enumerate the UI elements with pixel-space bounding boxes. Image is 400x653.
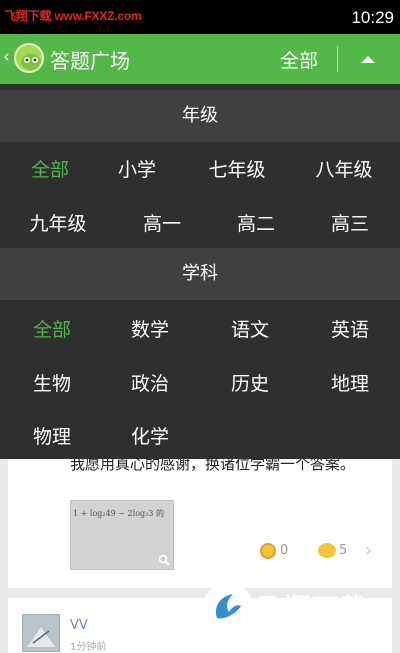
filter-dropdown-panel: 年级 全部 小学 七年级 八年级 九年级 高一 高二 高三 学科 全部 数学 语… [0,84,400,459]
subject-option-politics[interactable]: 政治 [100,369,200,396]
watermark-logo-icon [203,582,253,632]
grade-option-senior3[interactable]: 高三 [300,209,400,236]
username[interactable]: VV [70,618,88,633]
grade-option-grade9[interactable]: 九年级 [8,209,108,236]
watermark-title: 飞翔下载 [258,594,367,624]
subject-option-geography[interactable]: 地理 [300,369,400,396]
grade-option-senior1[interactable]: 高一 [112,209,212,236]
divider [337,46,338,72]
chevron-right-icon[interactable]: › [365,540,372,561]
avatar[interactable] [22,614,60,652]
watermark-text: 飞翔下载 www.FXXZ.com [4,9,142,23]
grade-section-title: 年级 [0,90,400,142]
watermark-url: WWW.FXXZ.COM [262,626,373,640]
page-title: 答题广场 [50,49,130,73]
back-chevron-icon[interactable]: ‹ [3,47,10,67]
filter-dropdown[interactable]: 全部 [280,46,318,73]
question-image[interactable]: 1 + log₂49 − 2log₂3 的 [70,500,174,570]
subject-option-chinese[interactable]: 语文 [200,315,300,342]
comment-icon[interactable] [318,543,336,558]
coin-count: 0 [280,543,289,558]
grade-option-grade7[interactable]: 七年级 [187,155,287,182]
subject-option-all[interactable]: 全部 [2,315,102,342]
status-clock: 10:29 [351,8,394,27]
subject-option-math[interactable]: 数学 [100,315,200,342]
question-card[interactable]: 我愿用真心的感谢，换诸位学霸一个答案。 1 + log₂49 − 2log₂3 … [8,444,392,588]
grade-option-grade8[interactable]: 八年级 [294,155,394,182]
subject-option-biology[interactable]: 生物 [2,369,102,396]
grade-option-primary[interactable]: 小学 [87,155,187,182]
comment-count: 5 [339,543,348,558]
app-bar: ‹ 答题广场 全部 [0,34,400,84]
grade-option-all[interactable]: 全部 [0,155,100,182]
subject-option-history[interactable]: 历史 [200,369,300,396]
image-math-text: 1 + log₂49 − 2log₂3 的 [73,509,164,518]
subject-section-title: 学科 [0,248,400,300]
zoom-icon[interactable] [158,554,170,566]
coin-icon [260,543,276,559]
app-logo-icon[interactable] [14,43,44,73]
collapse-arrow-icon[interactable] [361,56,375,63]
grade-option-senior2[interactable]: 高二 [206,209,306,236]
subject-option-physics[interactable]: 物理 [2,422,102,449]
post-time: 1分钟前 [70,642,107,653]
subject-option-english[interactable]: 英语 [300,315,400,342]
status-bar: 飞翔下载 www.FXXZ.com 10:29 [0,0,400,34]
subject-option-chemistry[interactable]: 化学 [100,422,200,449]
